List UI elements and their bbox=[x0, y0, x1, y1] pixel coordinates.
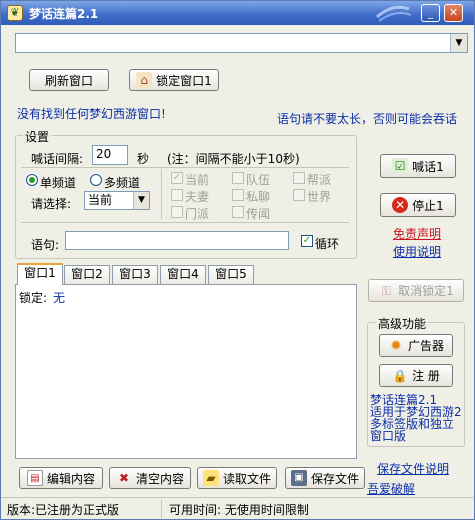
clear-content-label: 清空内容 bbox=[135, 471, 184, 486]
unlock-button[interactable]: ⚿ 取消锁定1 bbox=[368, 279, 464, 302]
multi-channel-radio[interactable] bbox=[90, 174, 102, 186]
loop-checkbox[interactable]: ✓ bbox=[301, 235, 313, 247]
channel-select[interactable]: 当前 ▼ bbox=[84, 191, 150, 210]
floppy-disk-icon: ▣ bbox=[290, 470, 307, 486]
settings-title: 设置 bbox=[23, 128, 52, 145]
tab-window-4[interactable]: 窗口4 bbox=[160, 265, 206, 284]
length-tip: 语句请不要太长，否则可能会吞话 bbox=[277, 112, 458, 126]
no-window-message: 没有找到任何梦幻西游窗口! bbox=[17, 107, 166, 121]
interval-label: 喊话间隔: bbox=[31, 152, 84, 166]
channel-current-label: 当前 bbox=[185, 173, 210, 187]
disclaimer-link[interactable]: 免责声明 bbox=[393, 225, 441, 242]
channel-sect-checkbox[interactable] bbox=[171, 206, 183, 218]
crack-link[interactable]: 吾爱破解 bbox=[367, 480, 415, 497]
stop-x-icon: ✕ bbox=[392, 197, 409, 213]
channel-rumor-checkbox[interactable] bbox=[232, 206, 244, 218]
loop-label: 循环 bbox=[315, 237, 340, 251]
save-file-label: 保存文件 bbox=[310, 471, 359, 486]
channel-couple-checkbox[interactable] bbox=[171, 189, 183, 201]
tab-window-3[interactable]: 窗口3 bbox=[112, 265, 158, 284]
status-bar: 版本:已注册为正式版 可用时间: 无使用时间限制 bbox=[1, 497, 474, 519]
interval-unit: 秒 bbox=[137, 152, 150, 166]
lock-window-button[interactable]: ⌂ 锁定窗口1 bbox=[129, 69, 219, 91]
phrase-label: 语句: bbox=[31, 238, 60, 252]
advanced-title: 高级功能 bbox=[376, 315, 429, 332]
channel-world-label: 世界 bbox=[307, 190, 332, 204]
channel-world-checkbox[interactable] bbox=[293, 189, 305, 201]
ad-tool-button[interactable]: ✹ 广告器 bbox=[379, 334, 453, 357]
interval-input[interactable]: 20 bbox=[92, 145, 128, 165]
channel-sect-label: 门派 bbox=[185, 207, 210, 221]
lock-icon: 🔒 bbox=[392, 368, 408, 383]
channel-select-value: 当前 bbox=[88, 193, 113, 207]
manual-link[interactable]: 使用说明 bbox=[393, 243, 441, 260]
channel-private-label: 私聊 bbox=[246, 190, 271, 204]
channel-team-label: 队伍 bbox=[246, 173, 271, 187]
register-button[interactable]: 🔒 注 册 bbox=[379, 364, 453, 387]
edit-content-label: 编辑内容 bbox=[46, 471, 95, 486]
title-bar[interactable]: ❦ 梦话连篇2.1 _ ✕ bbox=[1, 1, 474, 25]
main-window: ❦ 梦话连篇2.1 _ ✕ ▼ 刷新窗口 ⌂ 锁定窗口1 没有找到任何梦幻西游窗… bbox=[0, 0, 475, 520]
panel-lock-value: 无 bbox=[53, 291, 66, 305]
settings-divider-top bbox=[21, 167, 349, 168]
shout-label: 喊话1 bbox=[412, 159, 444, 174]
save-file-doc-link[interactable]: 保存文件说明 bbox=[377, 460, 449, 477]
ad-tool-label: 广告器 bbox=[407, 339, 444, 353]
tab-window-1[interactable]: 窗口1 bbox=[17, 263, 63, 285]
edit-content-button[interactable]: ▤ 编辑内容 bbox=[19, 467, 103, 489]
refresh-window-button[interactable]: 刷新窗口 bbox=[29, 69, 109, 91]
channel-rumor-label: 传闻 bbox=[246, 207, 271, 221]
channel-choose-label: 请选择: bbox=[31, 197, 72, 211]
chevron-down-icon[interactable]: ▼ bbox=[133, 192, 149, 209]
status-time: 可用时间: 无使用时间限制 bbox=[169, 503, 309, 517]
channel-guild-label: 帮派 bbox=[307, 173, 332, 187]
unlock-icon: ⚿ bbox=[381, 283, 391, 298]
interval-note: (注：间隔不能小于10秒) bbox=[167, 152, 300, 166]
sun-icon: ✹ bbox=[390, 337, 402, 354]
stop-button[interactable]: ✕ 停止1 bbox=[380, 193, 456, 217]
folder-open-icon: ▰ bbox=[202, 470, 219, 486]
house-icon: ⌂ bbox=[136, 72, 153, 88]
tab-window-5[interactable]: 窗口5 bbox=[208, 265, 254, 284]
status-divider bbox=[161, 500, 162, 518]
read-file-label: 读取文件 bbox=[222, 471, 271, 486]
window-selector-combo[interactable]: ▼ bbox=[15, 33, 468, 53]
status-version: 版本:已注册为正式版 bbox=[7, 503, 120, 517]
winlogo-decoration-icon bbox=[376, 5, 412, 22]
document-icon: ▤ bbox=[26, 470, 43, 486]
settings-divider-vertical bbox=[161, 169, 162, 219]
info-line-4: 窗口版 bbox=[370, 429, 407, 443]
window-title: 梦话连篇2.1 bbox=[29, 7, 99, 21]
register-label: 注 册 bbox=[412, 369, 440, 383]
channel-couple-label: 夫妻 bbox=[185, 190, 210, 204]
phrase-input[interactable] bbox=[65, 231, 289, 250]
shout-button[interactable]: ☑ 喊话1 bbox=[380, 154, 456, 178]
checklist-icon: ☑ bbox=[392, 158, 409, 174]
clear-x-icon: ✖ bbox=[118, 471, 130, 485]
unlock-label: 取消锁定1 bbox=[398, 284, 454, 298]
channel-guild-checkbox[interactable] bbox=[293, 172, 305, 184]
refresh-window-label: 刷新窗口 bbox=[44, 73, 93, 88]
tab-window-2[interactable]: 窗口2 bbox=[64, 265, 110, 284]
channel-team-checkbox[interactable] bbox=[232, 172, 244, 184]
panel-lock-label: 锁定: bbox=[19, 291, 48, 305]
settings-divider-bottom bbox=[21, 222, 349, 223]
single-channel-radio[interactable] bbox=[26, 174, 38, 186]
lock-window-label: 锁定窗口1 bbox=[156, 73, 212, 88]
close-button[interactable]: ✕ bbox=[444, 4, 463, 22]
app-leaf-icon: ❦ bbox=[7, 5, 23, 21]
channel-current-checkbox[interactable]: ✓ bbox=[171, 172, 183, 184]
multi-channel-label: 多频道 bbox=[104, 176, 141, 190]
minimize-button[interactable]: _ bbox=[421, 4, 440, 22]
clear-content-button[interactable]: ✖ 清空内容 bbox=[109, 467, 191, 489]
stop-label: 停止1 bbox=[412, 198, 444, 213]
read-file-button[interactable]: ▰ 读取文件 bbox=[197, 467, 277, 489]
save-file-button[interactable]: ▣ 保存文件 bbox=[285, 467, 365, 489]
tab-panel[interactable]: 锁定: 无 bbox=[15, 284, 357, 459]
chevron-down-icon[interactable]: ▼ bbox=[450, 34, 467, 52]
channel-private-checkbox[interactable] bbox=[232, 189, 244, 201]
single-channel-label: 单频道 bbox=[40, 176, 77, 190]
